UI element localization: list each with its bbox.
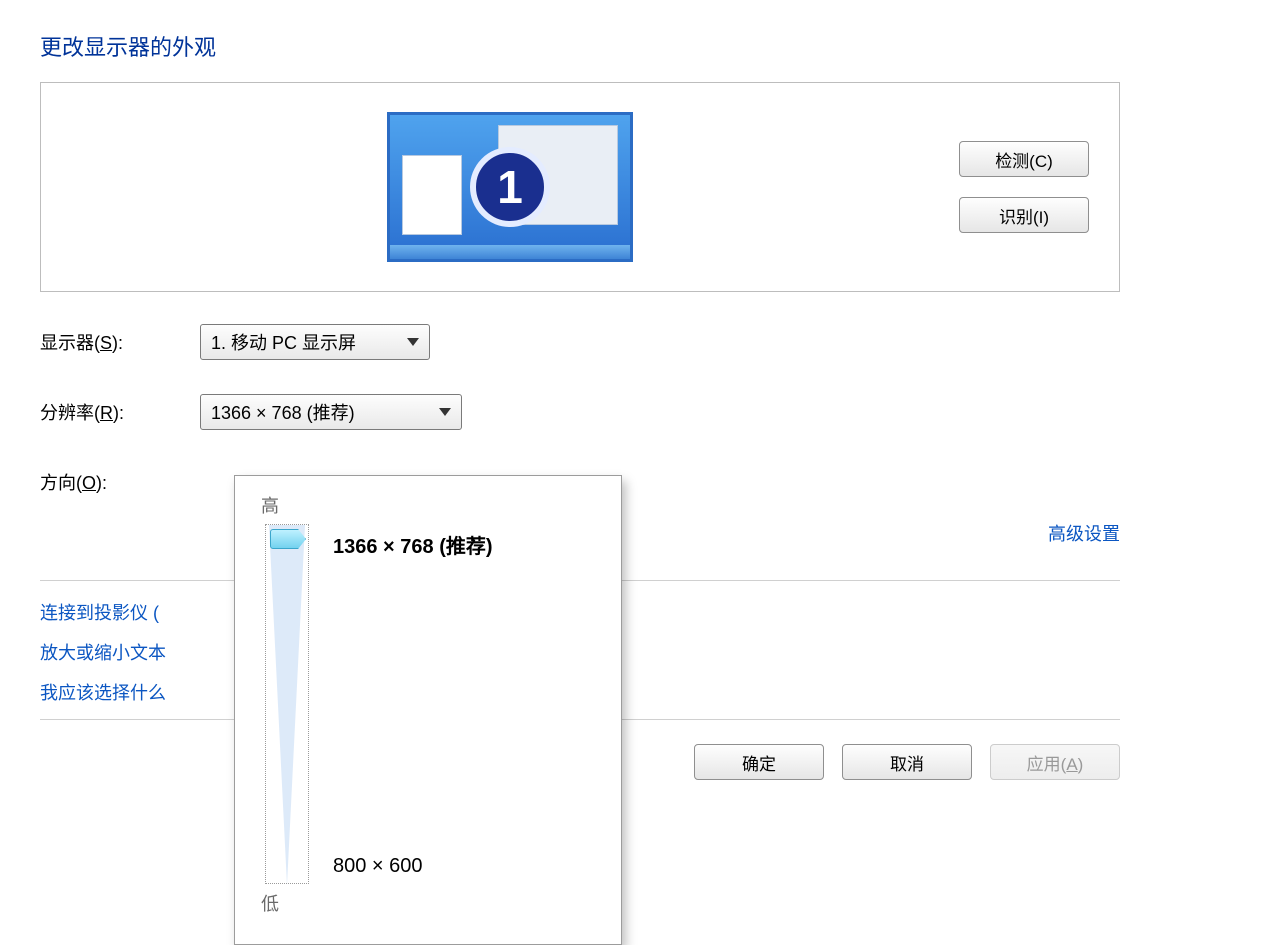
monitor-thumbnail[interactable]: 1 — [387, 112, 633, 262]
detect-button[interactable]: 检测(C) — [959, 141, 1089, 177]
slider-low-label: 低 — [261, 890, 601, 916]
ok-button[interactable]: 确定 — [694, 744, 824, 780]
chevron-down-icon — [407, 338, 419, 346]
slider-option-top[interactable]: 1366 × 768 (推荐) — [333, 530, 493, 559]
resolution-combo[interactable]: 1366 × 768 (推荐) — [200, 394, 462, 430]
chevron-down-icon — [439, 408, 451, 416]
slider-high-label: 高 — [261, 492, 601, 518]
resolution-label: 分辨率(R): — [40, 399, 200, 425]
cancel-button[interactable]: 取消 — [842, 744, 972, 780]
resolution-slider-track[interactable] — [265, 524, 309, 884]
orientation-label: 方向(O): — [40, 469, 200, 495]
which-settings-link[interactable]: 我应该选择什么 — [40, 679, 166, 705]
monitor-selection-area: 1 检测(C) 识别(I) — [40, 82, 1120, 292]
text-size-link[interactable]: 放大或缩小文本 — [40, 639, 166, 665]
projector-link[interactable]: 连接到投影仪 ( — [40, 599, 159, 625]
resolution-slider-popup: 高 1366 × 768 (推荐) 800 × 600 低 — [234, 475, 622, 945]
resolution-combo-value: 1366 × 768 (推荐) — [211, 399, 355, 425]
advanced-settings-link[interactable]: 高级设置 — [1048, 520, 1120, 546]
display-combo[interactable]: 1. 移动 PC 显示屏 — [200, 324, 430, 360]
display-label: 显示器(S): — [40, 329, 200, 355]
identify-button[interactable]: 识别(I) — [959, 197, 1089, 233]
monitor-number-badge: 1 — [470, 147, 550, 227]
slider-option-bottom[interactable]: 800 × 600 — [333, 855, 423, 878]
display-combo-value: 1. 移动 PC 显示屏 — [211, 329, 356, 355]
apply-button: 应用(A) — [990, 744, 1120, 780]
page-title: 更改显示器的外观 — [40, 30, 1240, 62]
